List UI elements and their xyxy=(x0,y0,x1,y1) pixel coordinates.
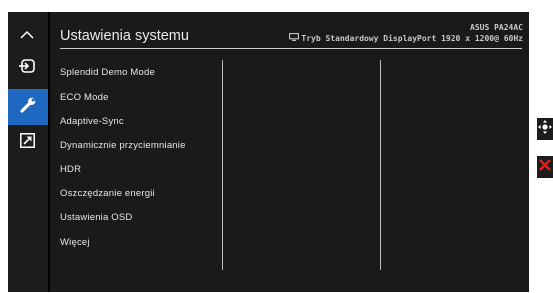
menu-item-splendid-demo[interactable]: Splendid Demo Mode xyxy=(60,67,155,78)
input-icon xyxy=(19,58,35,78)
title-divider xyxy=(60,48,522,49)
menu-item-osd-settings[interactable]: Ustawienia OSD xyxy=(60,212,133,223)
menu-item-adaptive-sync[interactable]: Adaptive-Sync xyxy=(60,116,124,127)
model-name: ASUS PA24AC xyxy=(470,23,523,32)
sidebar-up-button[interactable] xyxy=(13,22,41,50)
move-joystick-icon xyxy=(538,119,552,139)
page-title: Ustawienia systemu xyxy=(60,28,189,44)
shortcut-icon xyxy=(19,133,35,153)
resolution-label: 1920 x 1200@ xyxy=(441,34,499,43)
main-panel: Ustawienia systemu ASUS PA24AC Tryb Stan… xyxy=(50,12,529,292)
sidebar-item-input[interactable] xyxy=(13,54,41,82)
menu-item-dynamic-dimming[interactable]: Dynamicznie przyciemnianie xyxy=(60,140,186,151)
sidebar xyxy=(8,12,48,292)
menu-item-eco-mode[interactable]: ECO Mode xyxy=(60,92,109,103)
menu-item-more[interactable]: Więcej xyxy=(60,237,90,248)
menu-item-power-saving[interactable]: Oszczędzanie energii xyxy=(60,188,155,199)
joystick-move-button[interactable] xyxy=(537,118,553,140)
close-icon xyxy=(538,158,552,177)
column-divider xyxy=(380,60,381,270)
sidebar-item-system-settings[interactable] xyxy=(8,89,48,125)
input-label: DisplayPort xyxy=(383,34,437,43)
refresh-label: 60Hz xyxy=(503,34,523,43)
osd-menu: Ustawienia systemu ASUS PA24AC Tryb Stan… xyxy=(8,12,529,292)
wrench-icon xyxy=(19,96,37,119)
column-divider xyxy=(222,60,223,270)
monitor-icon xyxy=(289,33,300,44)
status-info: ASUS PA24AC Tryb Standardowy DisplayPort… xyxy=(289,22,523,44)
menu-item-hdr[interactable]: HDR xyxy=(60,164,81,175)
sidebar-item-shortcut[interactable] xyxy=(13,129,41,157)
chevron-up-icon xyxy=(20,27,34,45)
close-button[interactable] xyxy=(537,156,553,178)
mode-label: Tryb Standardowy xyxy=(301,34,379,43)
